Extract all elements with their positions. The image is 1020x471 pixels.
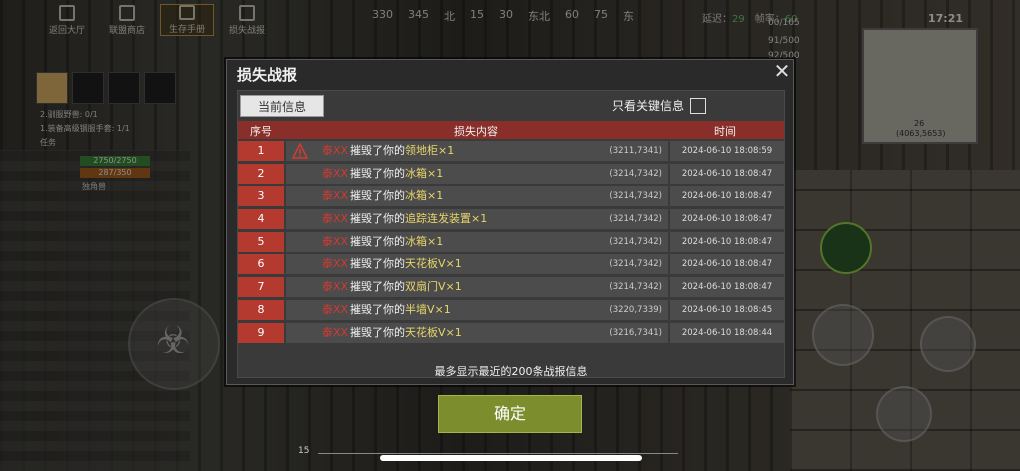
attacker-name: 泰XX — [322, 189, 349, 203]
row-number: 3 — [238, 186, 284, 207]
loss-coordinates: (3214,7342) — [609, 191, 662, 202]
loss-report-dialog: 损失战报 当前信息 只看关键信息 序号 损失内容 时间 1 泰XX 摧毁了你的领… — [226, 59, 794, 385]
table-row: 5 泰XX 摧毁了你的冰箱×1 (3214,7342) 2024-06-10 1… — [238, 231, 784, 252]
warning-icon — [292, 143, 308, 159]
loss-description: 摧毁了你的冰箱×1 — [350, 189, 444, 203]
attacker-name: 泰XX — [322, 234, 349, 248]
loss-description: 摧毁了你的领地柜×1 — [350, 144, 455, 157]
attacker-name: 泰XX — [322, 280, 349, 294]
header-no: 序号 — [250, 125, 272, 138]
loss-description: 摧毁了你的双扇门V×1 — [350, 280, 462, 294]
row-content: 泰XX 摧毁了你的天花板V×1 (3214,7342) — [286, 254, 668, 275]
loss-description: 摧毁了你的冰箱×1 — [350, 166, 444, 180]
attacker-name: 泰XX — [322, 144, 349, 157]
loss-coordinates: (3214,7342) — [609, 282, 662, 293]
row-content: 泰XX 摧毁了你的冰箱×1 (3214,7342) — [286, 231, 668, 252]
row-number: 8 — [238, 299, 284, 320]
attacker-name: 泰XX — [322, 212, 349, 226]
loss-description: 摧毁了你的天花板V×1 — [350, 325, 462, 339]
home-indicator[interactable] — [380, 455, 642, 461]
row-time: 2024-06-10 18:08:47 — [670, 209, 784, 230]
row-number: 6 — [238, 254, 284, 275]
loss-coordinates: (3214,7342) — [609, 259, 662, 270]
confirm-button[interactable]: 确定 — [438, 395, 582, 433]
loss-coordinates: (3216,7341) — [609, 327, 662, 338]
header-content: 损失内容 — [454, 125, 498, 138]
dialog-title: 损失战报 — [237, 66, 298, 84]
loss-description: 摧毁了你的天花板V×1 — [350, 257, 462, 271]
level-progress-line — [318, 453, 678, 454]
lost-item: 天花板V×1 — [405, 325, 462, 339]
lost-item: 双扇门V×1 — [405, 280, 462, 294]
key-only-label: 只看关键信息 — [612, 99, 685, 113]
loss-description: 摧毁了你的追踪连发装置×1 — [350, 212, 488, 226]
table-row: 7 泰XX 摧毁了你的双扇门V×1 (3214,7342) 2024-06-10… — [238, 277, 784, 298]
lost-item: 冰箱×1 — [405, 234, 444, 248]
row-number: 1 — [238, 141, 284, 161]
attacker-name: 泰XX — [322, 302, 349, 316]
loss-coordinates: (3214,7342) — [609, 214, 662, 225]
row-content: 泰XX 摧毁了你的天花板V×1 (3216,7341) — [286, 322, 668, 343]
table-row: 8 泰XX 摧毁了你的半墙V×1 (3220,7339) 2024-06-10 … — [238, 299, 784, 320]
loss-description: 摧毁了你的半墙V×1 — [350, 302, 451, 316]
lost-item: 领地柜×1 — [405, 144, 455, 157]
row-content: 泰XX 摧毁了你的追踪连发装置×1 (3214,7342) — [286, 209, 668, 230]
report-panel: 当前信息 只看关键信息 序号 损失内容 时间 1 泰XX 摧毁了你的领地柜×1 … — [237, 90, 785, 378]
table-row: 3 泰XX 摧毁了你的冰箱×1 (3214,7342) 2024-06-10 1… — [238, 186, 784, 207]
row-number: 5 — [238, 231, 284, 252]
table-header: 序号 损失内容 时间 — [238, 121, 784, 139]
row-content: 泰XX 摧毁了你的冰箱×1 (3214,7342) — [286, 163, 668, 184]
row-number: 4 — [238, 209, 284, 230]
loss-description: 摧毁了你的冰箱×1 — [350, 234, 444, 248]
loss-coordinates: (3211,7341) — [609, 146, 662, 156]
footer-note: 最多显示最近的200条战报信息 — [434, 365, 588, 378]
row-time: 2024-06-10 18:08:47 — [670, 186, 784, 207]
lost-item: 追踪连发装置×1 — [405, 212, 488, 226]
table-row: 1 泰XX 摧毁了你的领地柜×1 (3211,7341) 2024-06-10 … — [238, 141, 784, 161]
attacker-name: 泰XX — [322, 166, 349, 180]
report-rows: 1 泰XX 摧毁了你的领地柜×1 (3211,7341) 2024-06-10 … — [238, 141, 784, 345]
key-only-checkbox[interactable] — [690, 97, 707, 114]
row-time: 2024-06-10 18:08:59 — [670, 141, 784, 161]
table-row: 6 泰XX 摧毁了你的天花板V×1 (3214,7342) 2024-06-10… — [238, 254, 784, 275]
table-row: 9 泰XX 摧毁了你的天花板V×1 (3216,7341) 2024-06-10… — [238, 322, 784, 343]
lost-item: 冰箱×1 — [405, 189, 444, 203]
table-row: 4 泰XX 摧毁了你的追踪连发装置×1 (3214,7342) 2024-06-… — [238, 209, 784, 230]
row-time: 2024-06-10 18:08:47 — [670, 231, 784, 252]
loss-coordinates: (3214,7342) — [609, 168, 662, 179]
row-number: 2 — [238, 163, 284, 184]
row-number: 7 — [238, 277, 284, 298]
row-time: 2024-06-10 18:08:44 — [670, 322, 784, 343]
loss-coordinates: (3220,7339) — [609, 304, 662, 315]
row-content: 泰XX 摧毁了你的半墙V×1 (3220,7339) — [286, 299, 668, 320]
row-time: 2024-06-10 18:08:47 — [670, 254, 784, 275]
table-row: 2 泰XX 摧毁了你的冰箱×1 (3214,7342) 2024-06-10 1… — [238, 163, 784, 184]
row-content: 泰XX 摧毁了你的冰箱×1 (3214,7342) — [286, 186, 668, 207]
row-content: 泰XX 摧毁了你的双扇门V×1 (3214,7342) — [286, 277, 668, 298]
lost-item: 天花板V×1 — [405, 257, 462, 271]
key-only-toggle[interactable]: 只看关键信息 — [612, 97, 707, 114]
header-time: 时间 — [714, 125, 736, 138]
row-time: 2024-06-10 18:08:47 — [670, 163, 784, 184]
row-number: 9 — [238, 322, 284, 343]
row-time: 2024-06-10 18:08:47 — [670, 277, 784, 298]
lost-item: 半墙V×1 — [405, 302, 451, 316]
row-time: 2024-06-10 18:08:45 — [670, 299, 784, 320]
loss-coordinates: (3214,7342) — [609, 236, 662, 247]
row-content: 泰XX 摧毁了你的领地柜×1 (3211,7341) — [286, 141, 668, 161]
tab-current-info[interactable]: 当前信息 — [240, 95, 324, 117]
lost-item: 冰箱×1 — [405, 166, 444, 180]
level-number: 15 — [298, 446, 310, 456]
attacker-name: 泰XX — [322, 257, 349, 271]
attacker-name: 泰XX — [322, 325, 349, 339]
close-icon[interactable]: ✕ — [772, 61, 792, 82]
